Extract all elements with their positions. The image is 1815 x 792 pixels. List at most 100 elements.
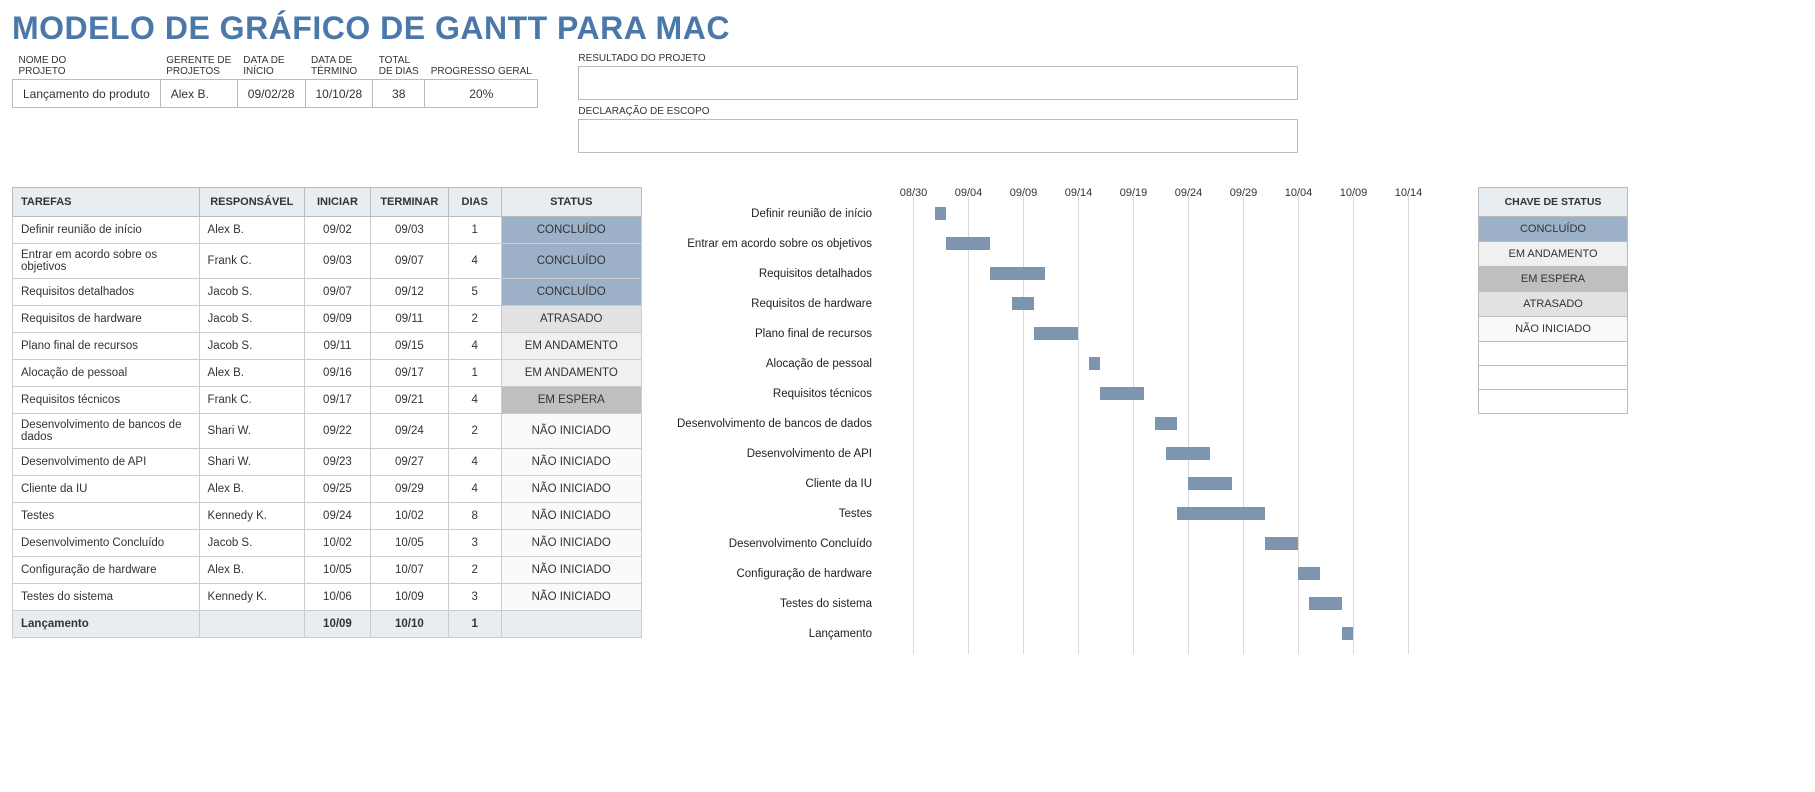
task-cell[interactable]: Desenvolvimento Concluído [13,530,200,557]
task-cell[interactable]: Kennedy K. [199,584,304,611]
task-cell[interactable]: Requisitos de hardware [13,306,200,333]
task-cell[interactable]: 10/07 [370,557,448,584]
task-cell[interactable]: CONCLUÍDO [501,244,642,279]
info-cell[interactable]: 38 [373,80,425,108]
task-cell[interactable]: NÃO INICIADO [501,557,642,584]
task-cell[interactable]: Requisitos detalhados [13,279,200,306]
table-row[interactable]: Alocação de pessoalAlex B.09/1609/171EM … [13,360,642,387]
task-cell[interactable]: Jacob S. [199,279,304,306]
task-cell[interactable]: 3 [448,530,501,557]
task-cell[interactable]: Definir reunião de início [13,217,200,244]
task-cell[interactable]: 3 [448,584,501,611]
task-cell[interactable]: 09/15 [370,333,448,360]
task-cell[interactable]: 09/17 [370,360,448,387]
table-row[interactable]: Plano final de recursosJacob S.09/1109/1… [13,333,642,360]
task-cell[interactable]: EM ANDAMENTO [501,360,642,387]
gantt-bar[interactable] [1100,387,1144,400]
task-cell[interactable] [501,611,642,638]
gantt-bar[interactable] [990,267,1045,280]
task-cell[interactable]: NÃO INICIADO [501,449,642,476]
task-cell[interactable]: Desenvolvimento de bancos de dados [13,414,200,449]
task-cell[interactable]: Shari W. [199,414,304,449]
escopo-input[interactable] [578,119,1298,153]
task-cell[interactable]: 09/22 [305,414,371,449]
task-cell[interactable]: Alex B. [199,476,304,503]
task-cell[interactable]: Cliente da IU [13,476,200,503]
task-cell[interactable]: Jacob S. [199,333,304,360]
table-row[interactable]: TestesKennedy K.09/2410/028NÃO INICIADO [13,503,642,530]
task-cell[interactable]: Alex B. [199,360,304,387]
gantt-bar[interactable] [1089,357,1100,370]
task-cell[interactable]: 09/24 [370,414,448,449]
table-row[interactable]: Desenvolvimento ConcluídoJacob S.10/0210… [13,530,642,557]
task-cell[interactable]: Requisitos técnicos [13,387,200,414]
task-cell[interactable]: 10/09 [305,611,371,638]
task-cell[interactable]: 09/17 [305,387,371,414]
table-row[interactable]: Testes do sistemaKennedy K.10/0610/093NÃ… [13,584,642,611]
task-cell[interactable]: Entrar em acordo sobre os objetivos [13,244,200,279]
task-cell[interactable]: 09/09 [305,306,371,333]
task-cell[interactable]: 09/23 [305,449,371,476]
task-cell[interactable]: ATRASADO [501,306,642,333]
task-cell[interactable]: NÃO INICIADO [501,530,642,557]
gantt-bar[interactable] [1265,537,1298,550]
task-cell[interactable]: 1 [448,360,501,387]
gantt-bar[interactable] [1309,597,1342,610]
table-row[interactable]: Requisitos de hardwareJacob S.09/0909/11… [13,306,642,333]
task-cell[interactable]: NÃO INICIADO [501,503,642,530]
info-cell[interactable]: Lançamento do produto [13,80,161,108]
task-cell[interactable]: 10/05 [305,557,371,584]
task-cell[interactable]: 8 [448,503,501,530]
gantt-bar[interactable] [1034,327,1078,340]
task-cell[interactable]: Configuração de hardware [13,557,200,584]
task-cell[interactable]: 09/11 [370,306,448,333]
table-row[interactable]: Definir reunião de inícioAlex B.09/0209/… [13,217,642,244]
task-cell[interactable]: 09/03 [370,217,448,244]
info-cell[interactable]: 20% [425,80,538,108]
task-cell[interactable]: 09/07 [305,279,371,306]
task-cell[interactable]: 09/25 [305,476,371,503]
table-row[interactable]: Requisitos técnicosFrank C.09/1709/214EM… [13,387,642,414]
task-cell[interactable]: 1 [448,611,501,638]
task-cell[interactable]: Shari W. [199,449,304,476]
gantt-bar[interactable] [1342,627,1353,640]
gantt-bar[interactable] [1166,447,1210,460]
gantt-bar[interactable] [1155,417,1177,430]
task-cell[interactable]: Alex B. [199,217,304,244]
task-cell[interactable]: 4 [448,244,501,279]
task-cell[interactable]: Lançamento [13,611,200,638]
gantt-bar[interactable] [1188,477,1232,490]
task-cell[interactable]: Testes do sistema [13,584,200,611]
task-cell[interactable]: 10/05 [370,530,448,557]
task-cell[interactable]: 4 [448,387,501,414]
table-row[interactable]: Desenvolvimento de bancos de dadosShari … [13,414,642,449]
task-cell[interactable]: 1 [448,217,501,244]
task-cell[interactable]: 2 [448,557,501,584]
task-cell[interactable]: Alocação de pessoal [13,360,200,387]
task-cell[interactable]: Kennedy K. [199,503,304,530]
table-row[interactable]: Configuração de hardwareAlex B.10/0510/0… [13,557,642,584]
info-cell[interactable]: Alex B. [160,80,237,108]
task-cell[interactable]: NÃO INICIADO [501,584,642,611]
task-cell[interactable]: 10/02 [305,530,371,557]
task-cell[interactable]: 10/02 [370,503,448,530]
task-cell[interactable]: 10/09 [370,584,448,611]
task-cell[interactable]: 09/11 [305,333,371,360]
task-cell[interactable]: CONCLUÍDO [501,279,642,306]
task-cell[interactable]: 09/12 [370,279,448,306]
task-cell[interactable]: CONCLUÍDO [501,217,642,244]
task-cell[interactable]: 4 [448,476,501,503]
gantt-bar[interactable] [946,237,990,250]
task-cell[interactable]: 5 [448,279,501,306]
task-cell[interactable]: 10/06 [305,584,371,611]
gantt-bar[interactable] [1298,567,1320,580]
gantt-bar[interactable] [1177,507,1265,520]
task-cell[interactable]: 4 [448,449,501,476]
table-row[interactable]: Cliente da IUAlex B.09/2509/294NÃO INICI… [13,476,642,503]
task-cell[interactable]: NÃO INICIADO [501,414,642,449]
task-cell[interactable] [199,611,304,638]
task-cell[interactable]: 09/27 [370,449,448,476]
task-cell[interactable]: 4 [448,333,501,360]
gantt-bar[interactable] [1012,297,1034,310]
info-cell[interactable]: 10/10/28 [305,80,373,108]
